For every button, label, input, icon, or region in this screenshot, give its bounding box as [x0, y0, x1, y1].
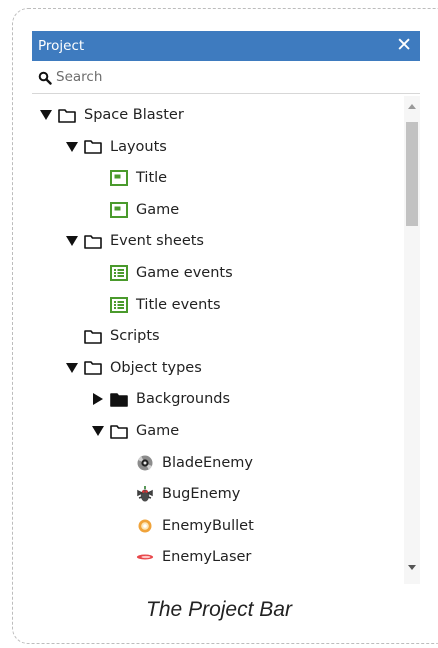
- toggle-spacer: [118, 520, 130, 532]
- expand-toggle[interactable]: [40, 109, 52, 121]
- toggle-spacer: [92, 299, 104, 311]
- toggle-spacer: [118, 457, 130, 469]
- toggle-spacer: [92, 267, 104, 279]
- tree-item-label: Scripts: [110, 328, 160, 345]
- toggle-spacer: [66, 330, 78, 342]
- project-bar-header: Project ✕: [32, 31, 420, 61]
- scroll-down-arrow-icon[interactable]: [404, 560, 420, 576]
- tree-item[interactable]: Title: [32, 163, 402, 193]
- expand-toggle[interactable]: [66, 141, 78, 153]
- folder-outline-icon: [84, 328, 102, 344]
- tree-item[interactable]: Layouts: [32, 132, 402, 162]
- toggle-spacer: [92, 172, 104, 184]
- tree-item-label: Backgrounds: [136, 391, 231, 408]
- scrollbar-thumb[interactable]: [406, 122, 418, 226]
- folder-outline-icon: [84, 360, 102, 376]
- layout-icon: [110, 201, 128, 218]
- scroll-up-arrow-icon[interactable]: [404, 98, 420, 114]
- tree-item-label: Title events: [136, 296, 221, 313]
- tree-item[interactable]: Game: [32, 416, 402, 446]
- tree-item-label: Game events: [136, 265, 233, 281]
- vertical-scrollbar[interactable]: [404, 96, 420, 584]
- expand-triangle-icon: [66, 236, 78, 247]
- tree-item[interactable]: BladeEnemy: [32, 448, 402, 478]
- collapse-toggle[interactable]: [92, 393, 104, 406]
- search-input[interactable]: [56, 69, 356, 85]
- folder-outline-icon: [84, 233, 102, 249]
- tree-item-label: Event sheets: [110, 233, 204, 250]
- expand-triangle-icon: [92, 426, 104, 436]
- folder-outline-icon: [110, 423, 128, 439]
- tree-item-label: Object types: [110, 359, 202, 376]
- toggle-spacer: [118, 551, 130, 563]
- tree-item[interactable]: Game: [32, 195, 402, 225]
- project-tree: Space Blaster Layouts Title Game Event sheet…: [32, 96, 402, 584]
- tree-item-label: Title: [136, 170, 168, 187]
- folder-outline-icon: [58, 107, 76, 123]
- enemy-bullet-sprite-icon: [136, 518, 154, 534]
- tree-item[interactable]: Event sheets: [32, 226, 402, 256]
- bug-enemy-sprite-icon: [136, 486, 154, 502]
- figure-caption: The Project Bar: [146, 598, 292, 621]
- tree-item[interactable]: Scripts: [32, 321, 402, 351]
- tree-item[interactable]: Object types: [32, 353, 402, 383]
- toggle-spacer: [92, 204, 104, 216]
- folder-outline-icon: [84, 139, 102, 155]
- tree-item[interactable]: EnemyBullet: [32, 511, 402, 541]
- event-sheet-icon: [110, 296, 128, 313]
- tree-item[interactable]: Game events: [32, 258, 402, 288]
- tree-item[interactable]: EnemyLaser: [32, 542, 402, 572]
- tree-item-label: BladeEnemy: [162, 454, 253, 471]
- layout-icon: [110, 170, 128, 187]
- folder-filled-icon: [110, 391, 128, 407]
- tree-item-label: Space Blaster: [84, 107, 184, 123]
- tree-item[interactable]: Title events: [32, 290, 402, 320]
- tree-item-label: BugEnemy: [162, 486, 241, 503]
- collapse-triangle-icon: [93, 393, 103, 406]
- expand-toggle[interactable]: [92, 425, 104, 437]
- expand-toggle[interactable]: [66, 362, 78, 374]
- blade-enemy-sprite-icon: [136, 455, 154, 471]
- tree-item[interactable]: Backgrounds: [32, 384, 402, 414]
- expand-triangle-icon: [66, 141, 78, 152]
- enemy-laser-sprite-icon: [136, 549, 154, 565]
- search-bar: [32, 64, 420, 94]
- tree-item-label: Layouts: [110, 138, 167, 155]
- event-sheet-icon: [110, 265, 128, 281]
- tree-item-label: EnemyLaser: [162, 549, 252, 566]
- tree-item[interactable]: Space Blaster: [32, 100, 402, 130]
- tree-item-label: Game: [136, 201, 180, 218]
- search-icon: [38, 71, 52, 85]
- close-icon[interactable]: ✕: [396, 34, 412, 56]
- tree-item-label: EnemyBullet: [162, 517, 254, 534]
- panel-title: Project: [38, 38, 85, 54]
- toggle-spacer: [118, 488, 130, 500]
- expand-triangle-icon: [40, 110, 52, 120]
- tree-item[interactable]: BugEnemy: [32, 479, 402, 509]
- expand-toggle[interactable]: [66, 235, 78, 247]
- expand-triangle-icon: [66, 362, 78, 373]
- tree-item-label: Game: [136, 423, 180, 439]
